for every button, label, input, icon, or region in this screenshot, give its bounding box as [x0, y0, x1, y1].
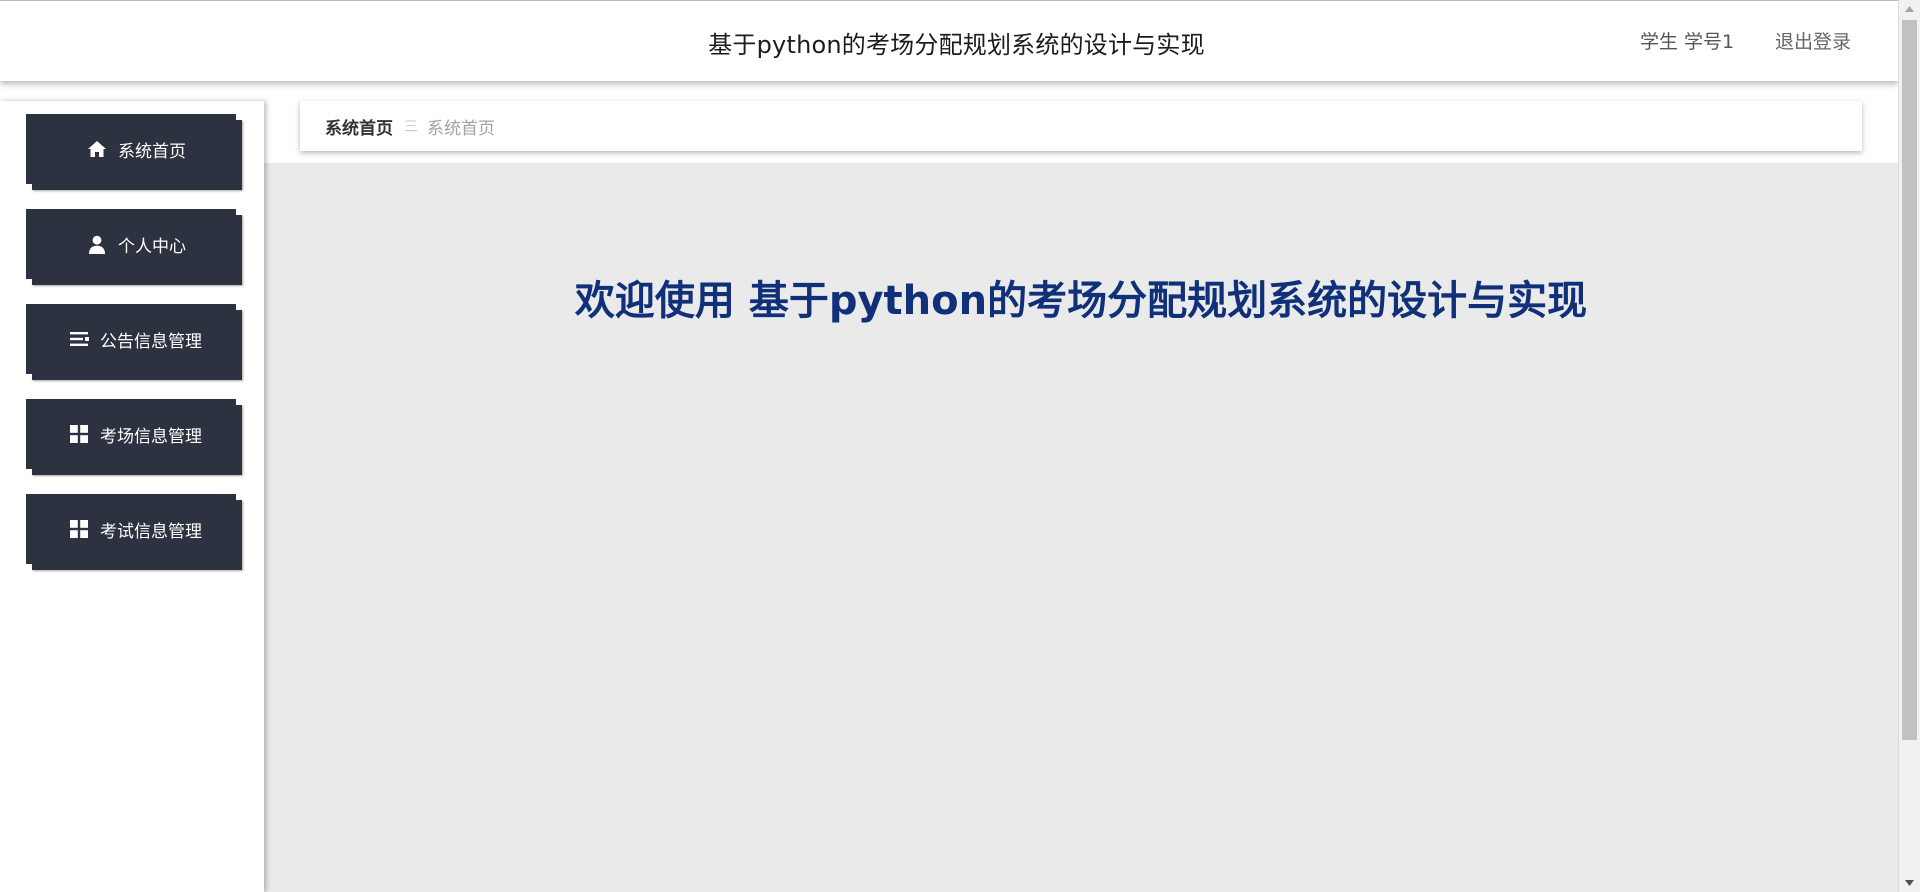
sidebar-item-exam-info-management[interactable]: 考试信息管理	[26, 494, 236, 564]
sidebar: 系统首页 个人中心 公告信息管理 考场信息管理 考试信息管理	[0, 101, 264, 892]
grid-icon	[68, 423, 90, 445]
home-icon	[86, 138, 108, 160]
breadcrumb-home[interactable]: 系统首页	[325, 114, 393, 139]
sidebar-item-label: 系统首页	[118, 141, 186, 162]
app-title: 基于python的考场分配规划系统的设计与实现	[708, 31, 1205, 59]
vertical-scrollbar[interactable]	[1898, 0, 1920, 892]
scroll-up-arrow-icon[interactable]	[1899, 0, 1920, 18]
list-icon	[68, 328, 90, 350]
sidebar-item-label: 个人中心	[118, 236, 186, 257]
sidebar-item-label: 考试信息管理	[100, 521, 202, 542]
sidebar-item-personal-center[interactable]: 个人中心	[26, 209, 236, 279]
breadcrumb-separator: 三	[404, 119, 418, 135]
welcome-heading: 欢迎使用 基于python的考场分配规划系统的设计与实现	[574, 278, 1588, 324]
sidebar-item-home[interactable]: 系统首页	[26, 114, 236, 184]
scrollbar-thumb[interactable]	[1902, 20, 1917, 740]
current-user: 学生 学号1	[1640, 31, 1735, 53]
sidebar-item-exam-room-management[interactable]: 考场信息管理	[26, 399, 236, 469]
logout-link[interactable]: 退出登录	[1775, 27, 1851, 54]
scroll-down-arrow-icon[interactable]	[1899, 874, 1920, 892]
sidebar-item-notice-management[interactable]: 公告信息管理	[26, 304, 236, 374]
sidebar-item-label: 公告信息管理	[100, 331, 202, 352]
user-icon	[86, 233, 108, 255]
breadcrumb-current: 系统首页	[427, 118, 495, 139]
breadcrumb: 系统首页 三 系统首页	[300, 101, 1862, 151]
page: 基于python的考场分配规划系统的设计与实现 学生 学号1 退出登录 系统首页	[0, 0, 1920, 892]
grid-icon	[68, 518, 90, 540]
top-header: 基于python的考场分配规划系统的设计与实现 学生 学号1 退出登录	[0, 0, 1898, 81]
sidebar-item-label: 考场信息管理	[100, 426, 202, 447]
